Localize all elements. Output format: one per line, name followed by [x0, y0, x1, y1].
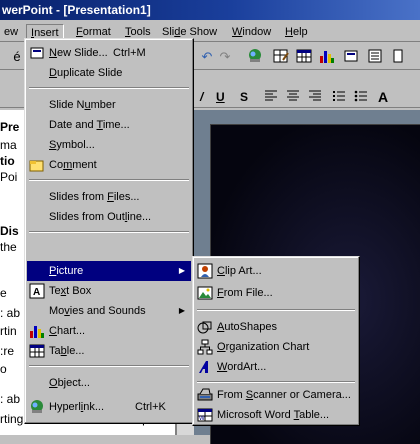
text-box-icon: A: [29, 283, 45, 299]
menu-view[interactable]: ew: [0, 24, 22, 40]
outline-line: Pre: [0, 120, 20, 134]
insert-hyperlink-icon[interactable]: [246, 48, 264, 66]
underline-button[interactable]: U: [216, 88, 225, 106]
submenu-arrow-icon: ▶: [178, 266, 185, 275]
menu-item-slides-from-outline[interactable]: Slides from Outline...: [27, 207, 191, 227]
new-slide-icon: [30, 47, 44, 59]
outline-line: :re: [0, 344, 15, 358]
menu-item-comment[interactable]: Comment: [27, 155, 191, 175]
menu-separator: [29, 365, 189, 367]
outline-line: Dis: [0, 224, 19, 238]
menu-help[interactable]: Help: [281, 24, 312, 40]
expand-all-icon[interactable]: [366, 48, 384, 66]
menu-item-slide-number[interactable]: Slide Number: [27, 95, 191, 115]
insert-menu: New Slide... Ctrl+M Duplicate Slide Slid…: [24, 38, 194, 424]
menu-separator: [197, 381, 355, 383]
window-title: werPoint - [Presentation1]: [2, 3, 151, 17]
outline-line: rtin: [0, 324, 17, 338]
svg-text:W: W: [199, 416, 205, 422]
menu-item-new-slide[interactable]: New Slide... Ctrl+M: [27, 43, 191, 63]
chart-icon: [30, 326, 44, 338]
menu-separator: [29, 179, 189, 181]
menu-item-hyperlink[interactable]: Hyperlink... Ctrl+K: [27, 397, 191, 417]
menu-item-movies-sounds[interactable]: Movies and Sounds ▶: [27, 301, 191, 321]
from-file-icon: [197, 286, 213, 300]
menu-separator: [29, 231, 189, 233]
title-bar: werPoint - [Presentation1]: [0, 0, 420, 20]
wordart-icon: [199, 361, 208, 373]
submenu-item-from-file[interactable]: From File...: [195, 283, 357, 303]
svg-text:A: A: [33, 287, 40, 298]
shadow-button[interactable]: S: [240, 88, 248, 106]
outline-line: tio: [0, 154, 15, 168]
menu-separator: [197, 309, 355, 311]
menu-item-picture[interactable]: Picture ▶: [27, 261, 191, 281]
shortcut-label: Ctrl+K: [135, 401, 166, 413]
menu-item-text-box[interactable]: A Text Box: [27, 281, 191, 301]
outline-line: ma: [0, 138, 17, 152]
menu-item-chart[interactable]: Chart...: [27, 321, 191, 341]
outline-line: Poi: [0, 170, 18, 184]
submenu-arrow-icon: ▶: [178, 306, 185, 315]
menu-item-duplicate-slide[interactable]: Duplicate Slide: [27, 63, 191, 83]
picture-submenu: Clip Art... From File... AutoShapes Orga…: [192, 256, 360, 426]
undo-icon[interactable]: ↶: [198, 48, 216, 66]
align-left-icon[interactable]: [262, 88, 280, 106]
new-slide-toolbar-icon[interactable]: [342, 48, 360, 66]
outline-line: the: [0, 240, 17, 254]
clip-art-icon: [197, 263, 213, 279]
submenu-item-word-table[interactable]: W Microsoft Word Table...: [195, 405, 357, 425]
menu-item-date-time[interactable]: Date and Time...: [27, 115, 191, 135]
outline-line: o: [0, 362, 7, 376]
outline-line: e: [0, 286, 7, 300]
menu-separator: [29, 87, 189, 89]
menu-window[interactable]: Window: [228, 24, 275, 40]
insert-table-icon[interactable]: [295, 48, 313, 66]
numbering-icon[interactable]: [330, 88, 348, 106]
menu-item-table[interactable]: Table...: [27, 341, 191, 361]
align-right-icon[interactable]: [306, 88, 324, 106]
increase-font-icon[interactable]: A: [378, 88, 388, 106]
scanner-icon: [197, 388, 213, 401]
insert-chart-icon[interactable]: [318, 48, 336, 66]
submenu-item-wordart[interactable]: WordArt...: [195, 357, 357, 377]
shortcut-label: Ctrl+M: [113, 47, 146, 59]
submenu-item-scanner-camera[interactable]: From Scanner or Camera...: [195, 385, 357, 405]
menu-item-symbol[interactable]: Symbol...: [27, 135, 191, 155]
table-icon: [29, 344, 45, 358]
submenu-item-clip-art[interactable]: Clip Art...: [195, 261, 357, 281]
align-center-icon[interactable]: [284, 88, 302, 106]
submenu-item-organization-chart[interactable]: Organization Chart: [195, 337, 357, 357]
org-chart-icon: [197, 339, 213, 355]
hyperlink-icon: [31, 400, 43, 413]
menu-item-object[interactable]: Object...: [27, 373, 191, 393]
bullets-icon[interactable]: [352, 88, 370, 106]
outline-line: : ab: [0, 306, 21, 320]
comment-icon: [29, 160, 44, 172]
tables-borders-icon[interactable]: [272, 48, 290, 66]
menu-item-slides-from-files[interactable]: Slides from Files...: [27, 187, 191, 207]
show-formatting-icon[interactable]: [390, 48, 408, 66]
italic-button[interactable]: /: [200, 88, 203, 106]
redo-icon[interactable]: ↷: [216, 48, 234, 66]
outline-line: : ab: [0, 392, 21, 406]
word-table-icon: W: [197, 408, 213, 422]
autoshapes-icon: [197, 321, 212, 334]
submenu-item-autoshapes[interactable]: AutoShapes: [195, 317, 357, 337]
